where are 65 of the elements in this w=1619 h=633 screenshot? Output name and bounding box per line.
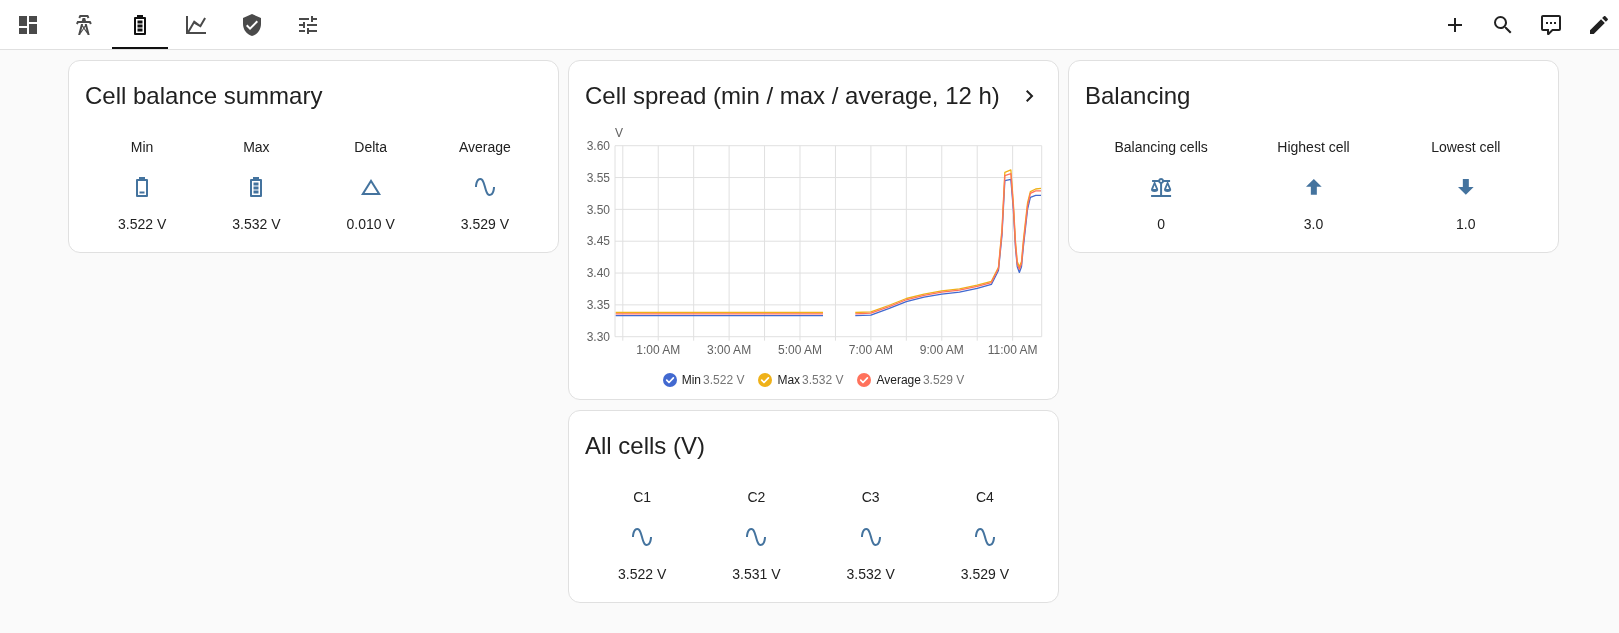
sine-wave-icon (474, 178, 495, 196)
triangle-icon (360, 179, 381, 195)
card-title: Cell spread (min / max / average, 12 h) (585, 81, 1001, 111)
sine-wave-icon (746, 528, 767, 546)
entity-name: C2 (747, 488, 766, 507)
battery-low-icon (136, 177, 149, 197)
legend-item[interactable]: Max 3.532 V (758, 372, 844, 388)
scale-icon (1151, 177, 1172, 197)
shield-check-icon (243, 13, 261, 36)
arrow-down-icon (1457, 179, 1474, 195)
entity-name: C4 (975, 488, 994, 507)
entity-value: 0 (1157, 215, 1166, 234)
x-tick-label: 11:00 AM (987, 343, 1038, 357)
plus-icon (1448, 17, 1462, 32)
pencil-icon (1590, 15, 1608, 34)
entity-name: C1 (633, 488, 652, 507)
sliders-icon (299, 15, 317, 34)
x-tick-label: 7:00 AM (848, 343, 893, 357)
entity-value: 0.010 V (346, 215, 395, 234)
card-title: Balancing (1085, 81, 1192, 111)
entity-name: Min (130, 138, 154, 157)
sine-wave-icon (860, 528, 881, 546)
arrow-up-icon (1305, 179, 1322, 195)
entity-name: Delta (354, 138, 387, 157)
transmission-tower-icon (76, 14, 92, 35)
x-tick-label: 1:00 AM (636, 343, 681, 357)
axis-unit-label: V (615, 125, 623, 140)
entity-value: 3.529 V (960, 565, 1009, 584)
card-title: All cells (V) (585, 431, 706, 461)
chat-icon (1541, 14, 1561, 35)
entity-name: C3 (861, 488, 880, 507)
entity-value: 3.522 V (618, 565, 667, 584)
sine-wave-icon (632, 528, 653, 546)
legend-item[interactable]: Average 3.529 V (857, 372, 965, 388)
y-tick-label: 3.60 (586, 138, 610, 153)
entity-value: 3.529 V (460, 215, 509, 234)
y-tick-label: 3.45 (586, 234, 610, 249)
y-tick-label: 3.35 (586, 298, 610, 313)
entity-name: Highest cell (1277, 138, 1350, 157)
x-tick-label: 5:00 AM (778, 343, 822, 357)
line-chart-icon (186, 15, 206, 34)
y-tick-label: 3.55 (586, 170, 610, 185)
entity-name: Balancing cells (1114, 138, 1208, 157)
legend-item[interactable]: Min 3.522 V (662, 372, 745, 388)
entity-name: Average (458, 138, 511, 157)
entity-name: Lowest cell (1431, 138, 1501, 157)
entity-value: 3.532 V (846, 565, 895, 584)
battery-icon (250, 177, 263, 197)
entity-value: 3.531 V (732, 565, 781, 584)
x-tick-label: 3:00 AM (707, 343, 752, 357)
battery-icon (134, 14, 146, 35)
x-tick-label: 9:00 AM (919, 343, 964, 357)
chevron-right-icon (1026, 90, 1034, 102)
y-tick-label: 3.50 (586, 202, 610, 217)
search-icon (1494, 15, 1512, 34)
entity-name: Max (243, 138, 270, 157)
y-tick-label: 3.30 (586, 329, 610, 344)
entity-value: 3.0 (1303, 215, 1324, 234)
sine-wave-icon (974, 528, 995, 546)
entity-value: 1.0 (1456, 215, 1476, 234)
entity-value: 3.522 V (118, 215, 167, 234)
entity-value: 3.532 V (232, 215, 281, 234)
dashboard-icon (19, 15, 37, 34)
y-tick-label: 3.40 (586, 266, 610, 281)
card-title: Cell balance summary (85, 81, 324, 111)
